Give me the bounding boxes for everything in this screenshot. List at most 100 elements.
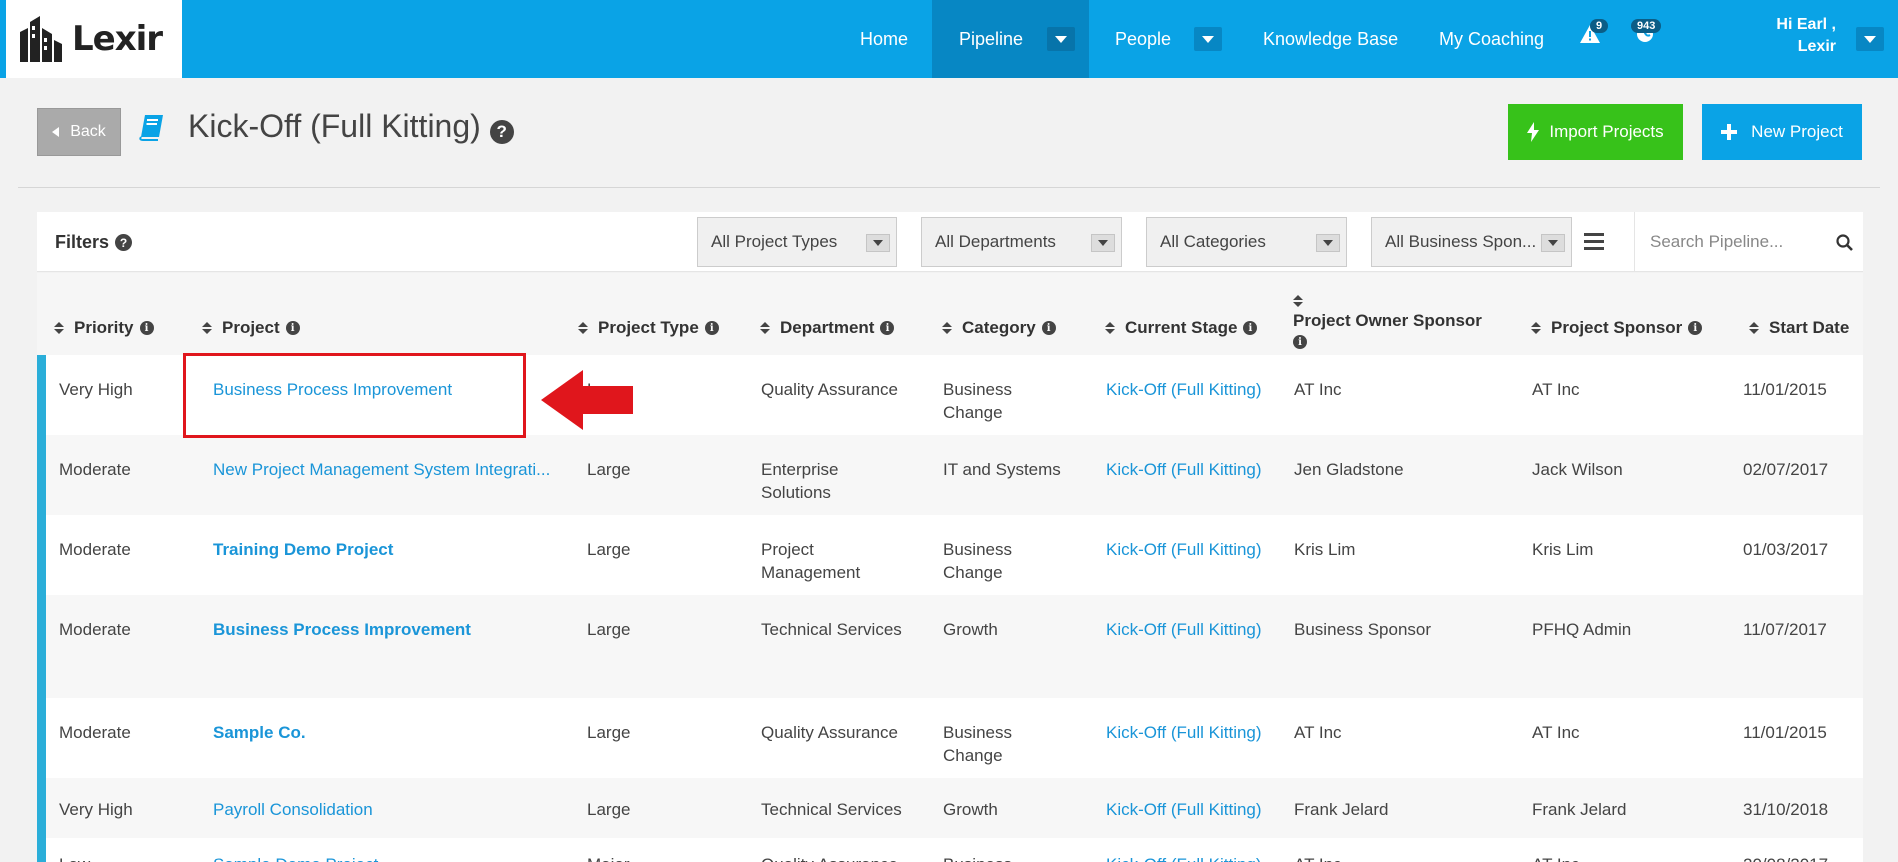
- logo-text: Lexir: [72, 19, 163, 59]
- nav-my-coaching[interactable]: My Coaching: [1439, 0, 1544, 78]
- highlight-box: [183, 353, 526, 438]
- category-filter-value: All Categories: [1160, 232, 1266, 251]
- table-header: Priority i Project i Project Type i Departm…: [37, 273, 1863, 355]
- project-link[interactable]: Business Process Improvement: [213, 618, 471, 641]
- cell-department: Enterprise Solutions: [761, 460, 839, 502]
- cell-category: Growth: [943, 800, 998, 819]
- nav-home[interactable]: Home: [860, 0, 908, 78]
- stage-link[interactable]: Kick-Off (Full Kitting): [1106, 458, 1262, 481]
- nav-my-coaching-label: My Coaching: [1439, 28, 1545, 49]
- cell-project-type: Large: [587, 723, 631, 742]
- chevron-down-icon: [1541, 234, 1565, 252]
- cell-start-date: 11/01/2015: [1743, 723, 1827, 742]
- new-project-label: New Project: [1751, 122, 1843, 141]
- project-link[interactable]: New Project Management System Integrati.…: [213, 458, 553, 481]
- stage-link[interactable]: Kick-Off (Full Kitting): [1106, 378, 1262, 401]
- project-link[interactable]: Sample Co.: [213, 721, 306, 744]
- search-icon[interactable]: [1836, 234, 1853, 256]
- info-icon: i: [880, 321, 895, 335]
- sort-icon: [1105, 322, 1115, 334]
- user-name: Lexir: [1797, 38, 1836, 55]
- cell-category: IT and Systems: [943, 460, 1061, 479]
- col-category[interactable]: Category i: [942, 318, 1056, 338]
- col-project-type[interactable]: Project Type i: [578, 318, 719, 338]
- table-row[interactable]: Moderate Business Process Improvement La…: [46, 595, 1863, 698]
- col-current-stage[interactable]: Current Stage i: [1105, 318, 1258, 338]
- new-project-button[interactable]: New Project: [1702, 104, 1862, 160]
- search-input[interactable]: [1650, 232, 1830, 252]
- nav-home-label: Home: [860, 28, 909, 49]
- cell-project-type: Large: [587, 620, 631, 639]
- col-department[interactable]: Department i: [760, 318, 895, 338]
- cell-owner-sponsor: Frank Jelard: [1294, 800, 1389, 819]
- back-button[interactable]: Back: [37, 108, 121, 156]
- project-link[interactable]: Training Demo Project: [213, 538, 393, 561]
- nav-knowledge-base[interactable]: Knowledge Base: [1263, 0, 1398, 78]
- col-priority[interactable]: Priority i: [54, 318, 154, 338]
- sort-icon: [1293, 295, 1303, 307]
- cell-start-date: 20/08/2017: [1743, 853, 1828, 862]
- filters-bar: Filters ? All Project Types All Departme…: [37, 212, 1863, 272]
- cell-project-type: Major: [587, 853, 630, 862]
- cell-category: Business Change: [943, 723, 1012, 765]
- table-row[interactable]: Moderate New Project Management System I…: [46, 435, 1863, 515]
- col-project[interactable]: Project i: [202, 318, 300, 338]
- cell-owner-sponsor: AT Inc: [1294, 723, 1342, 742]
- cell-owner-sponsor: AT Inc: [1294, 853, 1342, 862]
- col-project-type-label: Project Type: [598, 318, 699, 337]
- people-dropdown-button[interactable]: [1194, 27, 1222, 51]
- notifications-badge: 943: [1631, 19, 1662, 33]
- nav-people-label: People: [1115, 28, 1172, 49]
- col-priority-label: Priority: [74, 318, 134, 337]
- help-icon[interactable]: ?: [115, 234, 133, 251]
- import-projects-button[interactable]: Import Projects: [1508, 104, 1683, 160]
- sort-icon: [54, 322, 64, 334]
- user-menu[interactable]: Hi Earl , Lexir: [1776, 14, 1836, 58]
- project-link[interactable]: Sample Demo Project: [213, 853, 378, 862]
- stage-link[interactable]: Kick-Off (Full Kitting): [1106, 721, 1262, 744]
- col-category-label: Category: [962, 318, 1036, 337]
- nav-people[interactable]: People: [1115, 0, 1171, 78]
- col-project-owner-sponsor[interactable]: Project Owner Sponsor i: [1293, 295, 1493, 349]
- caret-left-icon: [52, 127, 60, 137]
- cell-project-sponsor: Frank Jelard: [1532, 800, 1627, 819]
- cell-start-date: 01/03/2017: [1743, 540, 1829, 559]
- business-sponsor-filter[interactable]: All Business Spon...: [1371, 217, 1572, 267]
- project-link[interactable]: Payroll Consolidation: [213, 798, 373, 821]
- import-projects-label: Import Projects: [1549, 122, 1664, 141]
- cell-category: Business Change: [943, 540, 1012, 582]
- category-filter[interactable]: All Categories: [1146, 217, 1347, 267]
- user-dropdown-button[interactable]: [1856, 27, 1884, 51]
- search-box: [1634, 212, 1863, 272]
- table-row[interactable]: Moderate Sample Co. Large Quality Assura…: [46, 698, 1863, 778]
- table-row[interactable]: Very High Payroll Consolidation Large Te…: [46, 778, 1863, 838]
- project-type-filter[interactable]: All Project Types: [697, 217, 897, 267]
- info-icon: i: [1041, 321, 1056, 335]
- cell-owner-sponsor: Business Sponsor: [1294, 620, 1432, 639]
- table-row[interactable]: Moderate Training Demo Project Large Pro…: [46, 515, 1863, 595]
- department-filter-value: All Departments: [935, 232, 1056, 251]
- cell-project-sponsor: AT Inc: [1532, 853, 1580, 862]
- col-start-date[interactable]: Start Date: [1749, 318, 1849, 338]
- cell-priority: Moderate: [59, 540, 131, 559]
- department-filter[interactable]: All Departments: [921, 217, 1122, 267]
- help-icon[interactable]: ?: [489, 120, 514, 144]
- menu-icon[interactable]: [1584, 232, 1604, 255]
- cell-owner-sponsor: Jen Gladstone: [1294, 460, 1404, 479]
- stage-link[interactable]: Kick-Off (Full Kitting): [1106, 798, 1262, 821]
- pipeline-dropdown-button[interactable]: [1047, 27, 1075, 51]
- sort-icon: [578, 322, 588, 334]
- chevron-down-icon: [1055, 35, 1067, 43]
- chevron-down-icon: [1316, 234, 1340, 252]
- sort-icon: [202, 322, 212, 334]
- cell-project-sponsor: AT Inc: [1532, 380, 1580, 399]
- stage-link[interactable]: Kick-Off (Full Kitting): [1106, 538, 1262, 561]
- cell-department: Quality Assurance: [761, 380, 899, 399]
- logo[interactable]: Lexir: [6, 0, 182, 78]
- alerts-badge: 9: [1590, 19, 1609, 33]
- col-project-sponsor[interactable]: Project Sponsor i: [1531, 318, 1703, 338]
- stage-link[interactable]: Kick-Off (Full Kitting): [1106, 853, 1262, 862]
- stage-link[interactable]: Kick-Off (Full Kitting): [1106, 618, 1262, 641]
- table-row[interactable]: Low Sample Demo Project Major Quality As…: [46, 838, 1863, 862]
- plus-icon: [1721, 124, 1738, 140]
